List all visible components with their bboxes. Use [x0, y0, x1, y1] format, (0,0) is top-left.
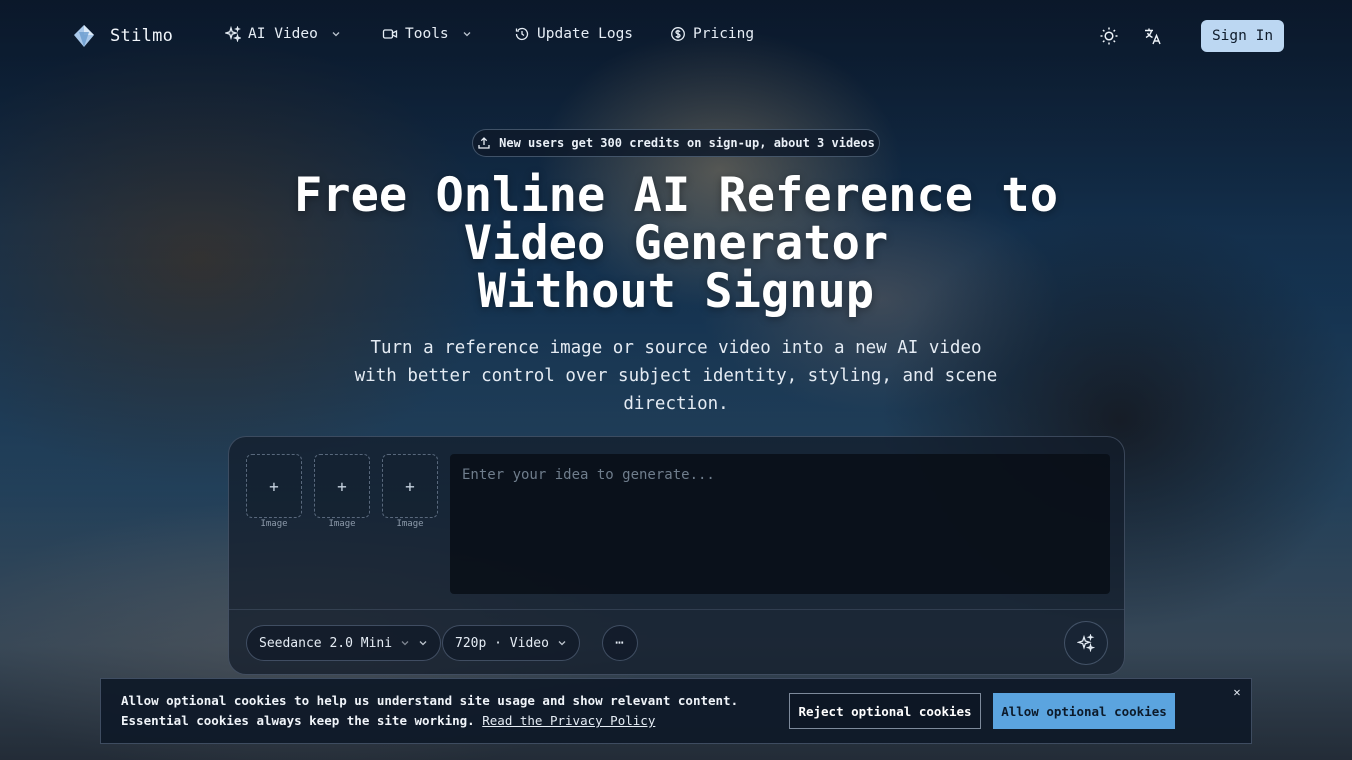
video-camera-icon: [382, 29, 398, 39]
plus-icon: +: [269, 476, 279, 496]
brand-link[interactable]: Stilmo: [70, 22, 173, 50]
nav-ai-video[interactable]: AI Video: [225, 26, 341, 42]
magic-sparkles-icon: [1077, 634, 1095, 652]
dollar-circle-icon: [671, 27, 685, 41]
prompt-input[interactable]: Enter your idea to generate...: [450, 454, 1110, 594]
generate-button[interactable]: [1064, 621, 1108, 665]
format-select-value: 720p · Video: [455, 635, 549, 651]
plus-icon: +: [405, 476, 415, 496]
chevron-down-icon: [401, 641, 409, 646]
title-line: Free Online AI Reference to: [293, 168, 1058, 223]
sun-icon[interactable]: [1099, 26, 1119, 46]
generator-panel: + Image + Image + Image Enter your idea …: [228, 436, 1125, 675]
reject-cookies-button[interactable]: Reject optional cookies: [789, 693, 981, 729]
nav-pricing[interactable]: Pricing: [670, 26, 754, 42]
page-title: Free Online AI Reference to Video Genera…: [226, 172, 1126, 316]
history-icon: [515, 27, 529, 41]
model-select[interactable]: Seedance 2.0 Mini: [246, 625, 442, 661]
image-slot-label: Image: [396, 519, 424, 529]
format-select[interactable]: 720p · Video: [442, 625, 580, 661]
subtitle-line: with better control over subject identit…: [354, 366, 998, 386]
image-upload-slot[interactable]: +: [246, 454, 302, 518]
nav-tools[interactable]: Tools: [382, 26, 472, 42]
promo-text: New users get 300 credits on sign-up, ab…: [499, 136, 875, 150]
image-upload-slot[interactable]: +: [314, 454, 370, 518]
nav-pricing-label: Pricing: [693, 26, 755, 42]
cookie-banner: Allow optional cookies to help us unders…: [100, 678, 1252, 744]
title-line: Video Generator: [463, 216, 889, 271]
more-options-button[interactable]: ⋯: [602, 625, 638, 661]
close-icon[interactable]: ✕: [1231, 685, 1243, 699]
brand-name: Stilmo: [110, 26, 174, 46]
nav-update-logs[interactable]: Update Logs: [514, 26, 633, 42]
model-select-value: Seedance 2.0 Mini: [259, 635, 393, 651]
promo-badge[interactable]: New users get 300 credits on sign-up, ab…: [472, 129, 880, 157]
chevron-down-icon: [332, 32, 340, 37]
privacy-policy-link[interactable]: Read the Privacy Policy: [482, 713, 655, 728]
top-nav: Stilmo AI Video Tools Update Logs Pricin…: [0, 0, 1352, 72]
upload-icon: [478, 137, 490, 149]
sign-in-button[interactable]: Sign In: [1201, 20, 1284, 52]
title-line: Without Signup: [477, 264, 875, 319]
chevron-down-icon: [558, 641, 566, 646]
chevron-down-icon: [419, 641, 427, 646]
allow-cookies-button[interactable]: Allow optional cookies: [993, 693, 1175, 729]
nav-update-logs-label: Update Logs: [537, 26, 634, 42]
chevron-down-icon: [463, 32, 471, 37]
subtitle-line: direction.: [623, 394, 729, 414]
sparkles-icon: [225, 26, 241, 42]
plus-icon: +: [337, 476, 347, 496]
nav-ai-video-label: AI Video: [248, 26, 318, 42]
page-subtitle: Turn a reference image or source video i…: [336, 334, 1016, 418]
subtitle-line: Turn a reference image or source video i…: [370, 338, 982, 358]
image-upload-slot[interactable]: +: [382, 454, 438, 518]
nav-tools-label: Tools: [405, 26, 449, 42]
image-slot-label: Image: [328, 519, 356, 529]
brand-logo-icon: [74, 25, 94, 47]
translate-icon[interactable]: [1143, 26, 1163, 46]
more-icon: ⋯: [615, 635, 625, 651]
cookie-message: Allow optional cookies to help us unders…: [121, 691, 791, 731]
divider: [229, 609, 1124, 610]
image-slot-label: Image: [260, 519, 288, 529]
